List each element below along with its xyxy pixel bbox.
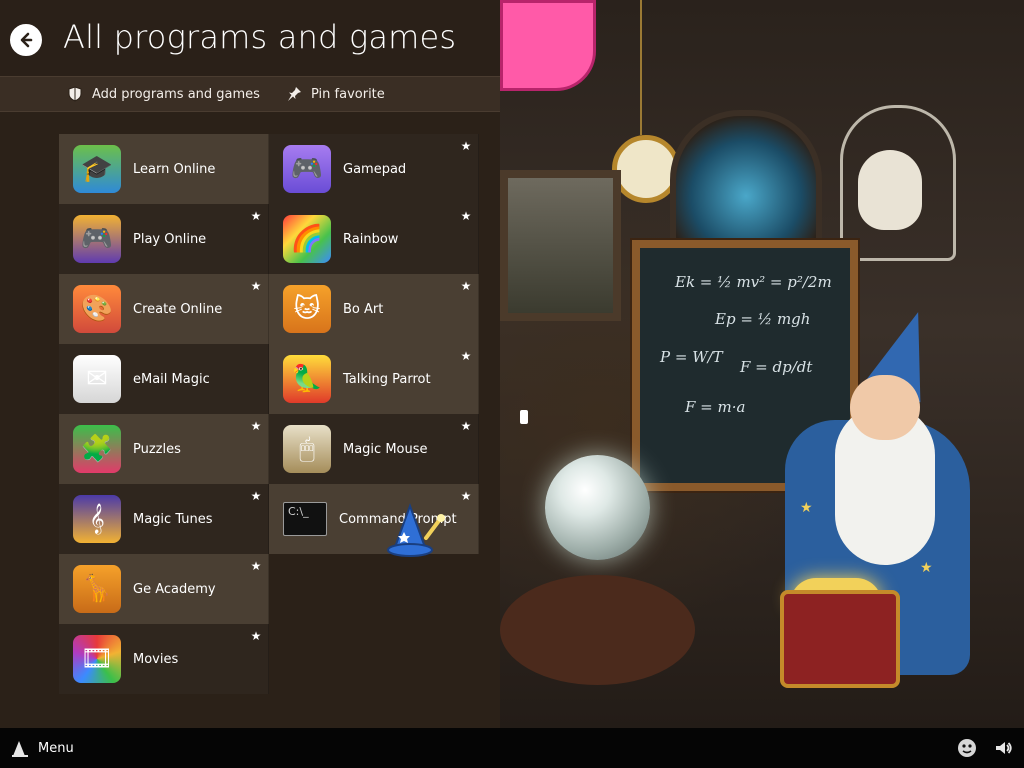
- board-equation-3: P = W/T: [660, 348, 723, 366]
- program-label: Learn Online: [133, 161, 216, 177]
- favorite-star-icon[interactable]: ★: [250, 209, 262, 223]
- favorite-star-icon[interactable]: ★: [250, 419, 262, 433]
- favorite-star-icon[interactable]: ★: [460, 349, 472, 363]
- program-tile-email-magic[interactable]: ✉ eMail Magic: [59, 344, 269, 414]
- play-online-icon: 🎮: [73, 215, 121, 263]
- favorite-star-icon[interactable]: ★: [460, 419, 472, 433]
- robe-star: ★: [920, 560, 933, 576]
- page-title: All programs and games: [63, 18, 457, 56]
- program-tile-learn-online[interactable]: 🎓 Learn Online: [59, 134, 269, 204]
- favorite-star-icon[interactable]: ★: [460, 209, 472, 223]
- program-label: Bo Art: [343, 301, 384, 317]
- program-label: Gamepad: [343, 161, 407, 177]
- program-tile-puzzles[interactable]: 🧩 Puzzles ★: [59, 414, 269, 484]
- board-equation-5: F = m·a: [685, 398, 746, 416]
- wizard-scene-background: Ek = ½ mv² = p²/2m Ep = ½ mgh P = W/T F …: [500, 0, 1024, 728]
- puzzles-icon: 🧩: [73, 425, 121, 473]
- learn-online-icon: 🎓: [73, 145, 121, 193]
- program-label: Talking Parrot: [343, 371, 431, 387]
- program-tile-play-online[interactable]: 🎮 Play Online ★: [59, 204, 269, 274]
- toolbar: Add programs and games Pin favorite: [0, 76, 500, 112]
- empty-grid-cell: [269, 554, 479, 624]
- board-equation-1: Ek = ½ mv² = p²/2m: [675, 273, 832, 291]
- round-table: [500, 575, 695, 685]
- program-tile-command-prompt[interactable]: C:\_ Command Prompt ★: [269, 484, 479, 554]
- program-label: eMail Magic: [133, 371, 210, 387]
- shield-icon: [68, 86, 82, 102]
- program-label: Rainbow: [343, 231, 399, 247]
- program-tile-bo-art[interactable]: 🐱 Bo Art ★: [269, 274, 479, 344]
- program-label: Puzzles: [133, 441, 181, 457]
- program-label: Create Online: [133, 301, 223, 317]
- pink-ribbon-decoration: [500, 0, 596, 91]
- wizard-hat-cursor-icon: [387, 503, 445, 557]
- board-equation-4: F = dp/dt: [740, 358, 813, 376]
- rainbow-icon: 🌈: [283, 215, 331, 263]
- pin-favorite-label: Pin favorite: [311, 86, 385, 102]
- gamepad-icon: 🎮: [283, 145, 331, 193]
- bo-art-icon: 🐱: [283, 285, 331, 333]
- add-programs-button[interactable]: Add programs and games: [66, 77, 260, 111]
- add-programs-label: Add programs and games: [92, 86, 260, 102]
- owl: [858, 150, 922, 230]
- menu-button[interactable]: Menu: [10, 728, 74, 768]
- treasure-chest: [780, 590, 900, 688]
- magic-tunes-icon: 𝄞: [73, 495, 121, 543]
- wizard-menu-icon: [12, 741, 28, 757]
- program-tile-talking-parrot[interactable]: 🦜 Talking Parrot ★: [269, 344, 479, 414]
- pin-favorite-button[interactable]: Pin favorite: [285, 77, 385, 111]
- clock-chain: [640, 0, 642, 135]
- program-label: Ge Academy: [133, 581, 216, 597]
- system-tray: [956, 728, 1014, 768]
- wizard-face: [850, 375, 920, 440]
- pin-icon: [288, 87, 301, 101]
- mouse-cursor-icon: [520, 410, 528, 424]
- back-button[interactable]: [10, 24, 42, 56]
- back-arrow-icon: [20, 32, 33, 48]
- program-tile-magic-tunes[interactable]: 𝄞 Magic Tunes ★: [59, 484, 269, 554]
- favorite-star-icon[interactable]: ★: [250, 629, 262, 643]
- magic-mouse-icon: 🖱: [283, 425, 331, 473]
- favorite-star-icon[interactable]: ★: [460, 139, 472, 153]
- crystal-ball: [545, 455, 650, 560]
- program-tile-create-online[interactable]: 🎨 Create Online ★: [59, 274, 269, 344]
- castle-painting: [500, 170, 621, 321]
- programs-grid: 🎓 Learn Online 🎮 Gamepad ★ 🎮 Play Online…: [59, 134, 479, 694]
- talking-parrot-icon: 🦜: [283, 355, 331, 403]
- volume-icon[interactable]: [992, 737, 1014, 759]
- robe-star: ★: [800, 500, 813, 516]
- ge-academy-icon: 🦒: [73, 565, 121, 613]
- program-tile-rainbow[interactable]: 🌈 Rainbow ★: [269, 204, 479, 274]
- program-label: Magic Tunes: [133, 511, 213, 527]
- program-label: Play Online: [133, 231, 207, 247]
- header: All programs and games: [0, 0, 500, 76]
- email-magic-icon: ✉: [73, 355, 121, 403]
- favorite-star-icon[interactable]: ★: [250, 559, 262, 573]
- programs-panel: All programs and games Add programs and …: [0, 0, 500, 728]
- board-equation-2: Ep = ½ mgh: [715, 310, 811, 328]
- movies-icon: 🎞: [73, 635, 121, 683]
- program-tile-gamepad[interactable]: 🎮 Gamepad ★: [269, 134, 479, 204]
- program-tile-movies[interactable]: 🎞 Movies ★: [59, 624, 269, 694]
- favorite-star-icon[interactable]: ★: [460, 489, 472, 503]
- favorite-star-icon[interactable]: ★: [250, 279, 262, 293]
- program-tile-magic-mouse[interactable]: 🖱 Magic Mouse ★: [269, 414, 479, 484]
- empty-grid-cell: [269, 624, 479, 694]
- menu-label: Menu: [38, 740, 74, 756]
- command-prompt-icon: C:\_: [283, 502, 327, 536]
- assistant-icon[interactable]: [956, 737, 978, 759]
- favorite-star-icon[interactable]: ★: [250, 489, 262, 503]
- program-label: Magic Mouse: [343, 441, 428, 457]
- create-online-icon: 🎨: [73, 285, 121, 333]
- taskbar: Menu: [0, 728, 1024, 768]
- program-tile-ge-academy[interactable]: 🦒 Ge Academy ★: [59, 554, 269, 624]
- favorite-star-icon[interactable]: ★: [460, 279, 472, 293]
- program-label: Movies: [133, 651, 179, 667]
